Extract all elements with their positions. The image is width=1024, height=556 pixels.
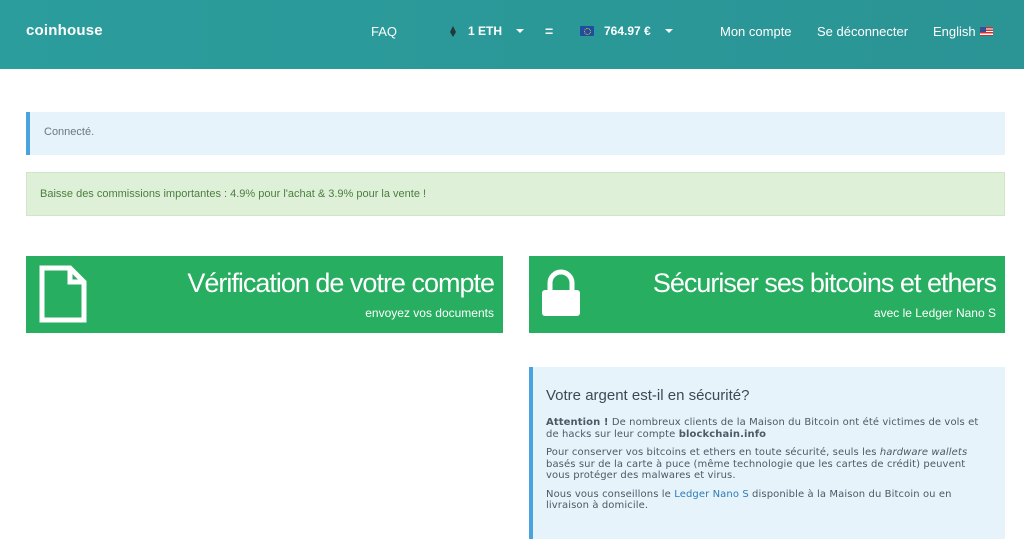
verification-card-subtitle: envoyez vos documents [365,306,494,320]
advice-text-1: Nous vous conseillons le [546,488,675,500]
fiat-amount: 764.97 € [604,24,651,38]
equals-sign: = [545,23,554,39]
ledger-nano-s-link[interactable]: Ledger Nano S [674,489,749,500]
eu-flag-icon [580,26,594,36]
hardware-text-1: Pour conserver vos bitcoins et ethers en… [546,447,880,458]
security-panel-title: Votre argent est-il en sécurité? [546,387,750,404]
secure-card-subtitle: avec le Ledger Nano S [873,306,996,320]
blockchain-info-label: blockchain.info [678,428,767,440]
account-verification-card[interactable]: Vérification de votre compte envoyez vos… [26,256,503,333]
verification-card-title: Vérification de votre compte [187,268,495,298]
ethereum-icon [449,25,457,37]
document-icon [39,265,87,323]
language-selector[interactable]: English [933,24,993,39]
language-label: English [933,24,976,39]
hardware-text-2: basés sur de la carte à puce (même techn… [546,458,966,482]
secure-funds-card[interactable]: Sécuriser ses bitcoins et ethers avec le… [529,256,1005,333]
security-paragraph-warning: Attention ! De nombreux clients de la Ma… [546,417,983,440]
fiat-currency-dropdown[interactable]: 764.97 € [580,24,673,38]
us-flag-icon [979,27,993,36]
chevron-down-icon [664,29,673,33]
crypto-amount: 1 ETH [468,24,503,38]
chevron-down-icon [516,29,525,33]
brand-logo[interactable]: coinhouse [26,22,103,39]
attention-label: Attention ! [546,417,609,428]
nav-my-account-link[interactable]: Mon compte [720,24,792,39]
crypto-currency-dropdown[interactable]: 1 ETH [449,24,525,38]
lock-icon [542,269,580,316]
security-info-panel: Votre argent est-il en sécurité? Attenti… [529,367,1005,539]
nav-faq-link[interactable]: FAQ [371,24,397,39]
login-info-alert: Connecté. [26,112,1005,155]
nav-logout-link[interactable]: Se déconnecter [817,24,908,39]
commission-success-alert: Baisse des commissions importantes : 4.9… [26,172,1005,216]
top-navbar: coinhouse FAQ 1 ETH = 764.97 € Mon compt… [0,0,1024,69]
hardware-wallets-emphasis: hardware wallets [879,447,968,458]
security-paragraph-advice: Nous vous conseillons le Ledger Nano S d… [546,489,983,512]
security-paragraph-hardware: Pour conserver vos bitcoins et ethers en… [546,447,983,482]
secure-card-title: Sécuriser ses bitcoins et ethers [652,268,997,298]
